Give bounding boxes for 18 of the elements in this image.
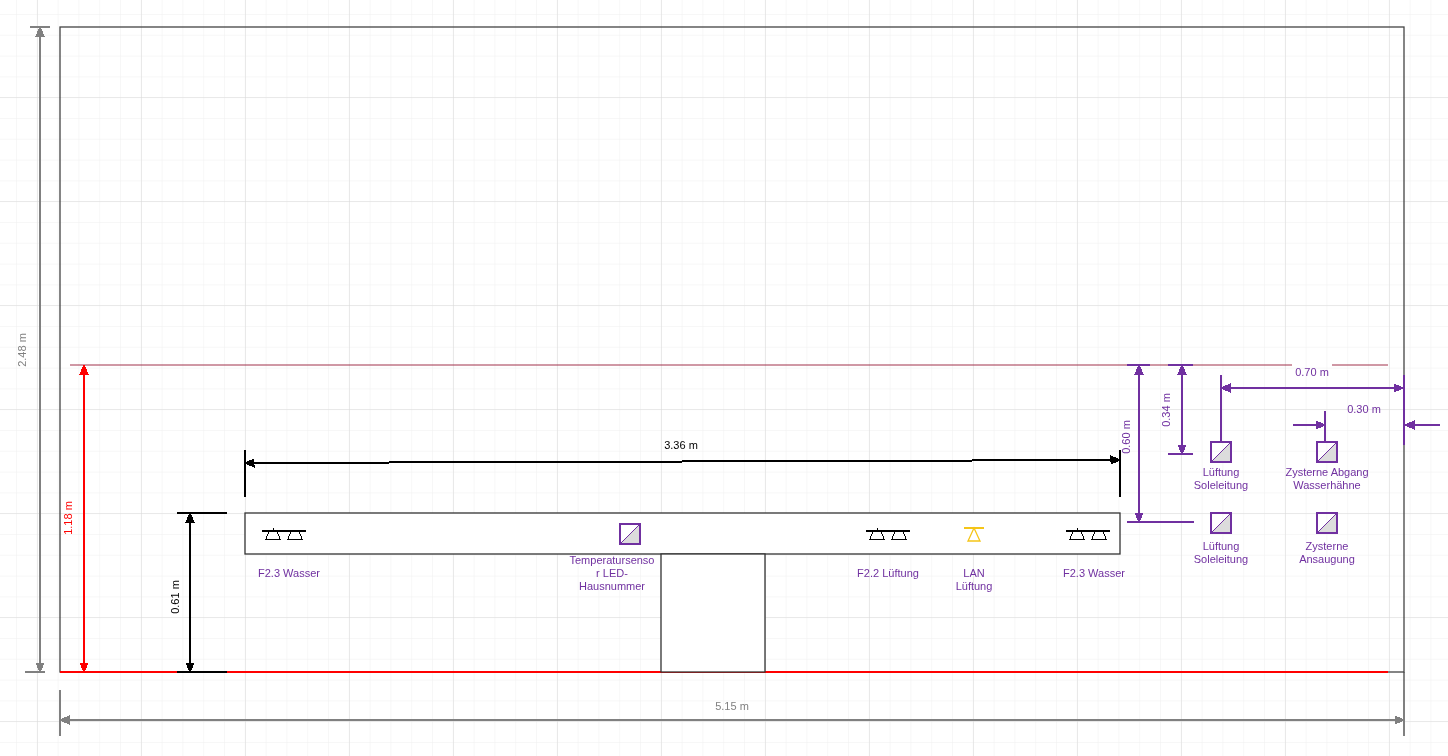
dimension-label: 0.61 m (168, 580, 182, 614)
dimension-label: 3.36 m (664, 438, 698, 452)
dimension-label: 2.48 m (15, 333, 29, 367)
fixture-label: Zysterne Abgang Wasserhähne (1284, 466, 1370, 492)
dimension-label: 0.70 m (1295, 365, 1329, 379)
fixture-label: F2.3 Wasser (1062, 567, 1126, 580)
dimension-label: 1.18 m (61, 501, 75, 535)
dimension-label: 0.60 m (1119, 420, 1133, 454)
fixture-label: Lüftung Soleleitung (1192, 540, 1250, 566)
fixture-label: F2.3 Wasser (257, 567, 321, 580)
fixture-label: LAN Lüftung (954, 567, 994, 593)
fixture-label: Temperatursensor LED-Hausnummer (569, 554, 655, 593)
dimension-label: 0.30 m (1347, 402, 1381, 416)
fixture-label: Lüftung Soleleitung (1192, 466, 1250, 492)
dimension-label: 0.34 m (1159, 393, 1173, 427)
fixture-label: Zysterne Ansaugung (1298, 540, 1356, 566)
fixture-label: F2.2 Lüftung (856, 567, 920, 580)
dimension-label: 5.15 m (715, 699, 749, 713)
